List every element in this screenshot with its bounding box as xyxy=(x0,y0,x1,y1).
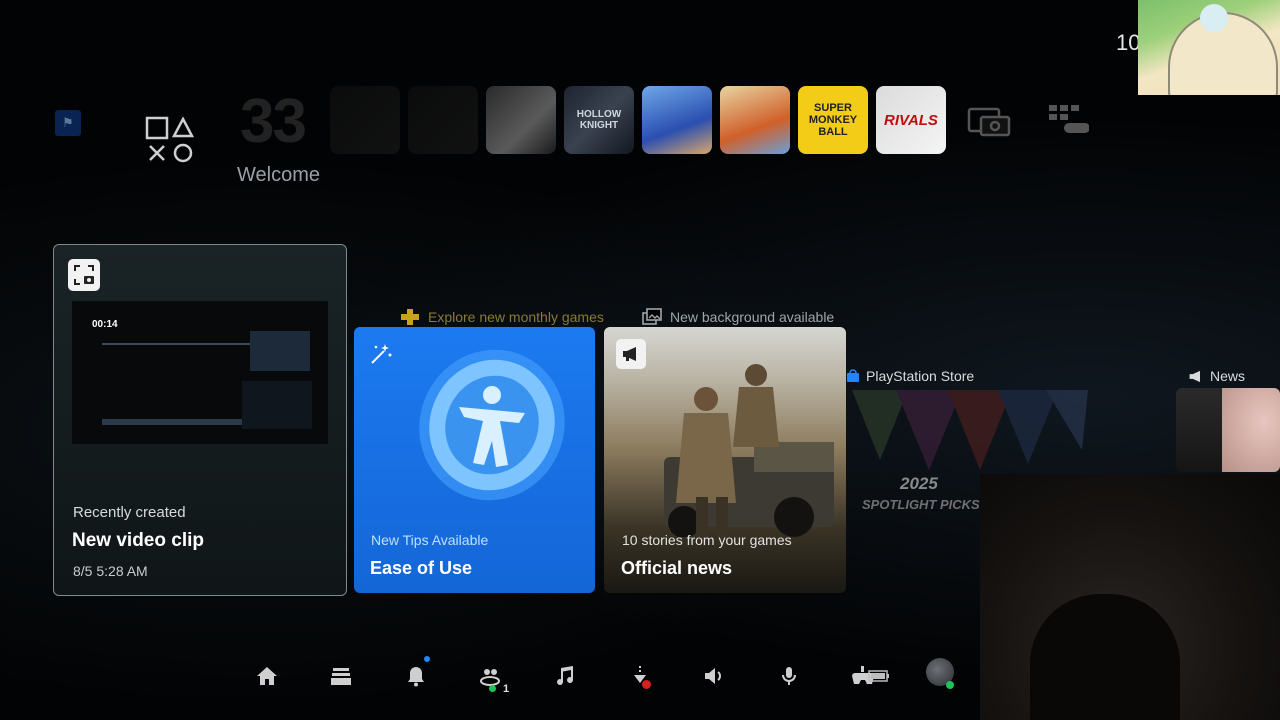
mic-button[interactable] xyxy=(769,656,809,696)
tile-label: SUPER MONKEY BALL xyxy=(808,102,858,138)
avatar-online-dot xyxy=(946,681,954,689)
news-title: Official news xyxy=(621,558,733,578)
game-tile-hollow-knight[interactable]: HOLLOW KNIGHT xyxy=(564,86,634,154)
home-counter-number: 33 xyxy=(240,87,307,156)
hint-background-label: New background available xyxy=(670,309,835,325)
background-image-icon xyxy=(642,308,662,325)
screenshot-capture-icon xyxy=(68,259,100,291)
clock: 10 xyxy=(1116,30,1141,55)
media-gallery-icon[interactable] xyxy=(954,86,1024,154)
clip-date: 8/5 5:28 AM xyxy=(73,563,148,579)
news-partial-card[interactable] xyxy=(1176,388,1280,472)
error-dot xyxy=(642,680,651,689)
news-section-label[interactable]: News xyxy=(1188,368,1245,384)
game-tile-marvel-rivals[interactable]: RIVALS xyxy=(876,86,946,154)
control-center-dock: 1 xyxy=(0,656,1280,696)
webcam-overlay-top xyxy=(1138,0,1280,95)
megaphone-small-icon xyxy=(1189,370,1200,382)
clip-subtitle: Recently created xyxy=(73,504,186,521)
video-clip-thumbnail: 00:14 xyxy=(72,301,328,444)
microphone-icon xyxy=(782,667,796,685)
playstation-store-label[interactable]: PlayStation Store xyxy=(846,368,974,384)
store-bag-icon xyxy=(847,369,859,382)
game-tile-dim-2[interactable] xyxy=(408,86,478,154)
switcher-button[interactable] xyxy=(321,656,361,696)
game-tile-row: HOLLOW KNIGHT SUPER MONKEY BALL RIVALS xyxy=(330,86,1102,154)
soldiers-artwork xyxy=(664,364,834,537)
recently-created-card[interactable]: 00:14 Recently created New video clip 8/… xyxy=(53,244,347,596)
thumb-panel xyxy=(242,381,312,429)
downloads-button[interactable] xyxy=(620,656,660,696)
store-year: 2025 xyxy=(900,474,938,493)
thumb-bar xyxy=(102,343,252,345)
notifications-button[interactable] xyxy=(396,656,436,696)
bell-icon xyxy=(408,667,424,687)
speaker-icon xyxy=(705,668,721,684)
game-tile-dim-1[interactable] xyxy=(330,86,400,154)
tile-label: HOLLOW KNIGHT xyxy=(576,109,622,131)
friends-count: 1 xyxy=(503,683,510,695)
game-library-icon[interactable] xyxy=(1032,86,1102,154)
thumb-panel xyxy=(250,331,310,371)
magic-wand-icon xyxy=(366,339,396,369)
news-label-text: News xyxy=(1210,368,1246,384)
megaphone-icon xyxy=(616,339,646,369)
home-button[interactable] xyxy=(247,656,287,696)
tile-label: RIVALS xyxy=(884,111,938,129)
news-partial-art xyxy=(1222,388,1280,472)
accessibility-ring-icon xyxy=(419,349,565,501)
clip-thumb-time: 00:14 xyxy=(92,319,118,330)
tips-subtitle: New Tips Available xyxy=(371,532,489,548)
tips-card[interactable]: New Tips Available Ease of Use xyxy=(354,327,595,593)
game-base-button[interactable]: 1 xyxy=(470,656,510,696)
hint-monthly-games[interactable]: Explore new monthly games xyxy=(400,308,604,326)
tips-title: Ease of Use xyxy=(370,558,473,578)
news-subtitle: 10 stories from your games xyxy=(622,532,792,548)
store-spotlight-text: SPOTLIGHT PICKS xyxy=(862,497,980,512)
ps-plus-icon xyxy=(401,309,419,325)
game-tile-astro[interactable] xyxy=(642,86,712,154)
notification-dot xyxy=(424,656,430,662)
switcher-icon xyxy=(331,668,351,685)
game-base-icon[interactable] xyxy=(145,116,195,166)
battery-icon xyxy=(868,670,889,682)
webcam-bubble xyxy=(1200,4,1228,32)
thumb-bar xyxy=(102,419,242,425)
welcome-label: Welcome xyxy=(237,164,320,186)
hint-new-background[interactable]: New background available xyxy=(642,308,834,326)
music-button[interactable] xyxy=(545,656,585,696)
battery-indicator xyxy=(868,656,890,696)
home-icon xyxy=(257,667,277,685)
music-note-icon xyxy=(557,666,574,686)
game-tile-super-monkey-ball[interactable]: SUPER MONKEY BALL xyxy=(798,86,868,154)
game-tile-party[interactable] xyxy=(720,86,790,154)
online-dot xyxy=(489,685,496,692)
hint-monthly-label: Explore new monthly games xyxy=(428,309,604,325)
clip-title: New video clip xyxy=(72,530,204,551)
official-news-card[interactable]: 10 stories from your games Official news xyxy=(604,327,846,593)
playstation-logo-icon[interactable]: ⚑ xyxy=(55,110,81,136)
sound-button[interactable] xyxy=(694,656,734,696)
friends-icon xyxy=(480,669,500,686)
store-label-text: PlayStation Store xyxy=(866,368,975,384)
game-tile-dark-souls[interactable] xyxy=(486,86,556,154)
